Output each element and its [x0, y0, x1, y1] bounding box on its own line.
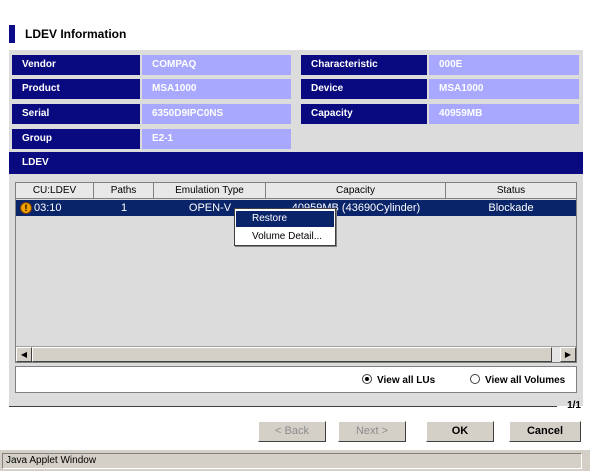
page-title: LDEV Information	[25, 27, 127, 41]
column-header-emulation-type[interactable]: Emulation Type	[154, 183, 266, 199]
warning-icon: !	[20, 202, 32, 214]
radio-view-all-lus[interactable]: View all LUs	[362, 374, 435, 386]
horizontal-scrollbar[interactable]: ◀ ▶	[16, 346, 576, 362]
ldev-section-header: LDEV	[9, 152, 583, 174]
menu-item-restore[interactable]: Restore	[236, 211, 334, 227]
column-header-paths[interactable]: Paths	[94, 183, 154, 199]
cell-paths: 1	[120, 202, 128, 214]
table-header: CU:LDEV Paths Emulation Type Capacity St…	[16, 183, 576, 199]
vendor-label: Vendor	[12, 55, 140, 75]
serial-value: 6350D9IPC0NS	[142, 104, 291, 124]
dialog-window: LDEV Information Vendor COMPAQ Product M…	[0, 0, 590, 449]
device-value: MSA1000	[429, 79, 579, 99]
status-text: Java Applet Window	[2, 453, 582, 469]
radio-label: View all Volumes	[485, 375, 566, 386]
divider	[9, 406, 557, 407]
radio-unselected-icon	[470, 374, 480, 384]
capacity-label: Capacity	[301, 104, 427, 124]
cancel-button[interactable]: Cancel	[509, 421, 581, 442]
serial-label: Serial	[12, 104, 140, 124]
capacity-value: 40959MB	[429, 104, 579, 124]
vendor-value: COMPAQ	[142, 55, 291, 75]
product-label: Product	[12, 79, 140, 99]
device-label: Device	[301, 79, 427, 99]
next-button[interactable]: Next >	[338, 421, 406, 442]
cell-cu-ldev: 03:10	[34, 202, 62, 214]
header-accent-bar	[9, 25, 15, 43]
back-button[interactable]: < Back	[258, 421, 326, 442]
radio-view-all-volumes[interactable]: View all Volumes	[470, 374, 565, 386]
page-indicator: 1/1	[567, 400, 581, 411]
column-header-status[interactable]: Status	[446, 183, 576, 199]
characteristic-label: Characteristic	[301, 55, 427, 75]
characteristic-value: 000E	[429, 55, 579, 75]
context-menu: Restore Volume Detail...	[234, 208, 336, 246]
scroll-right-icon[interactable]: ▶	[560, 347, 576, 362]
column-header-cu-ldev[interactable]: CU:LDEV	[16, 183, 94, 199]
ok-button[interactable]: OK	[426, 421, 494, 442]
scroll-left-icon[interactable]: ◀	[16, 347, 32, 362]
group-value: E2-1	[142, 129, 291, 149]
menu-item-volume-detail[interactable]: Volume Detail...	[236, 229, 334, 245]
scroll-thumb[interactable]	[32, 347, 552, 362]
group-label: Group	[12, 129, 140, 149]
column-header-capacity[interactable]: Capacity	[266, 183, 446, 199]
status-bar: Java Applet Window	[0, 449, 590, 471]
view-options: View all LUs View all Volumes	[15, 366, 577, 393]
radio-label: View all LUs	[377, 375, 436, 386]
product-value: MSA1000	[142, 79, 291, 99]
cell-status: Blockade	[488, 202, 534, 214]
radio-selected-icon	[362, 374, 372, 384]
